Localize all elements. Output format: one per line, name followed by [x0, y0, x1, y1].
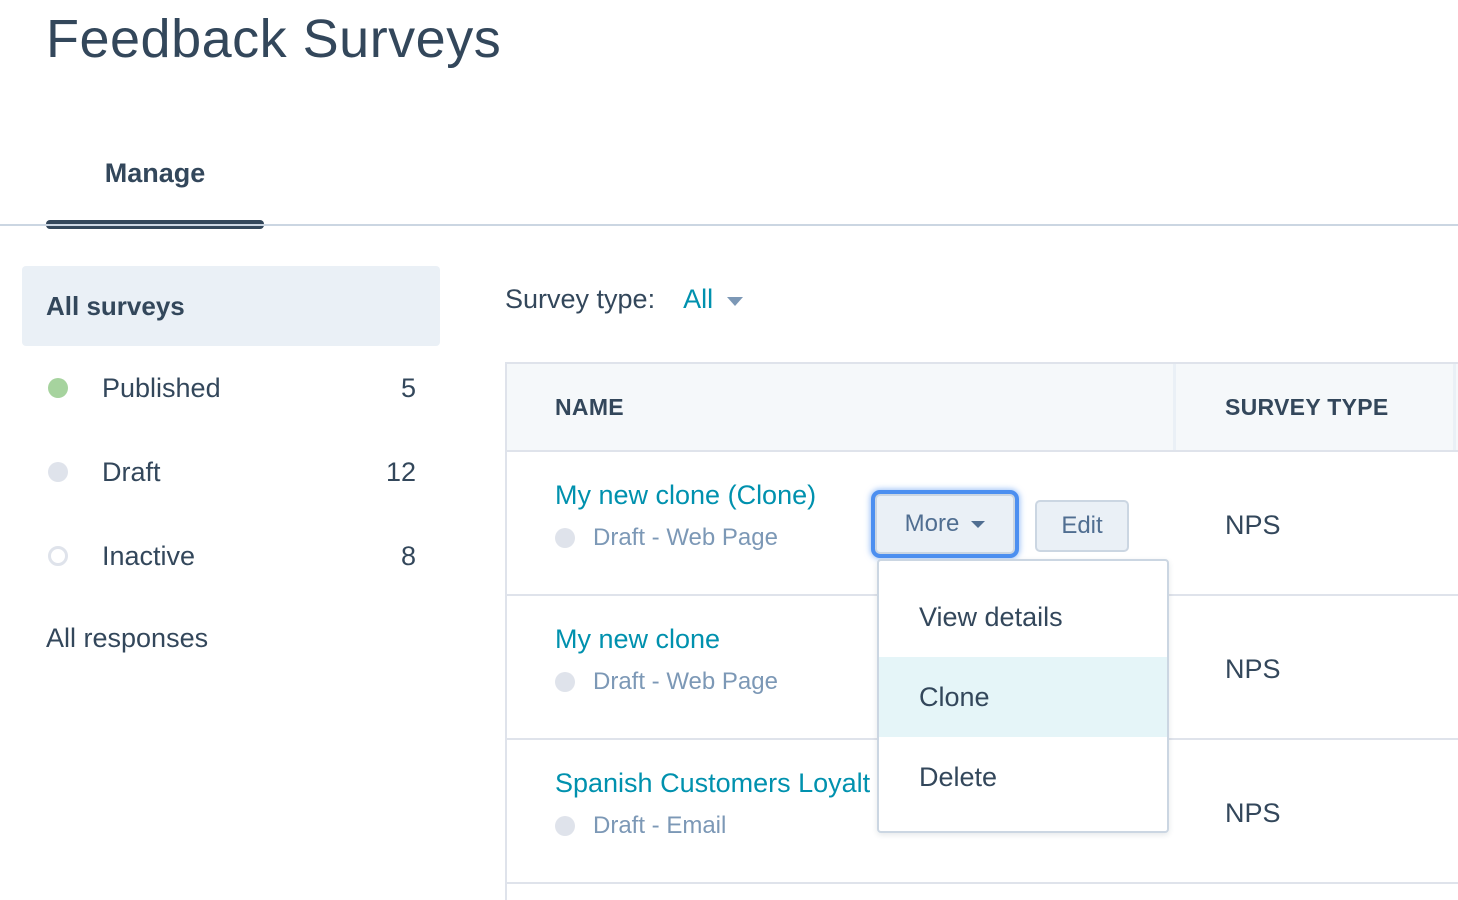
survey-type-cell: NPS — [1225, 798, 1281, 828]
column-divider — [1453, 364, 1456, 450]
sidebar-item-count: 8 — [400, 540, 416, 571]
sidebar-item-all-surveys[interactable]: All surveys — [22, 266, 440, 346]
draft-status-dot-icon — [555, 816, 575, 836]
chevron-down-icon — [971, 520, 986, 528]
sidebar-item-draft[interactable]: Draft 12 — [22, 430, 440, 514]
tab-manage[interactable]: Manage — [46, 140, 264, 230]
survey-name-link[interactable]: My new clone (Clone) — [555, 480, 816, 511]
menu-item-clone[interactable]: Clone — [879, 657, 1167, 737]
survey-name-link[interactable]: Spanish Customers Loyalt — [555, 768, 870, 799]
draft-status-dot-icon — [48, 462, 68, 482]
draft-status-dot-icon — [555, 528, 575, 548]
published-status-dot-icon — [48, 378, 68, 398]
column-header-survey-type[interactable]: SURVEY TYPE — [1225, 364, 1389, 450]
more-actions-menu: View details Clone Delete — [877, 559, 1169, 833]
column-header-name[interactable]: NAME — [555, 364, 624, 450]
sidebar-item-label: All responses — [46, 622, 209, 653]
survey-type-cell: NPS — [1225, 654, 1281, 684]
tab-manage-label: Manage — [104, 158, 206, 188]
page-title: Feedback Surveys — [46, 9, 502, 69]
tabs-divider — [0, 224, 1458, 226]
sidebar-item-label: Published — [102, 372, 221, 403]
survey-status: Draft - Web Page — [555, 524, 778, 552]
survey-status-label: Draft - Email — [593, 812, 727, 839]
survey-status-label: Draft - Web Page — [593, 668, 778, 695]
inactive-status-dot-icon — [48, 546, 68, 566]
table-header: NAME SURVEY TYPE — [507, 364, 1458, 452]
survey-status: Draft - Email — [555, 812, 726, 840]
more-button-label: More — [904, 510, 960, 537]
filter-value: All — [683, 284, 714, 314]
sidebar-item-count: 5 — [400, 372, 416, 403]
edit-button-label: Edit — [1061, 512, 1103, 539]
tab-bar: Manage — [0, 140, 1458, 230]
menu-item-view-details[interactable]: View details — [879, 577, 1167, 657]
sidebar-item-count: 12 — [385, 456, 416, 487]
filter-label: Survey type: — [505, 284, 656, 314]
sidebar-item-all-responses[interactable]: All responses — [22, 598, 440, 678]
survey-name-link[interactable]: My new clone — [555, 624, 720, 655]
menu-item-delete[interactable]: Delete — [879, 737, 1167, 817]
sidebar-item-inactive[interactable]: Inactive 8 — [22, 514, 440, 598]
sidebar-item-published[interactable]: Published 5 — [22, 346, 440, 430]
chevron-down-icon — [727, 297, 744, 306]
survey-type-dropdown[interactable]: All — [683, 284, 744, 315]
survey-type-cell: NPS — [1225, 510, 1281, 540]
survey-status: Draft - Web Page — [555, 668, 778, 696]
edit-button[interactable]: Edit — [1035, 500, 1129, 552]
column-divider — [1173, 364, 1176, 450]
survey-status-label: Draft - Web Page — [593, 524, 778, 551]
sidebar-item-label: Inactive — [102, 540, 196, 571]
sidebar-item-label: All surveys — [46, 290, 185, 321]
survey-type-filter: Survey type: All — [505, 284, 744, 315]
draft-status-dot-icon — [555, 672, 575, 692]
sidebar: All surveys Published 5 Draft 12 Inactiv… — [22, 266, 440, 678]
more-button[interactable]: More — [875, 494, 1015, 554]
sidebar-item-label: Draft — [102, 456, 161, 487]
